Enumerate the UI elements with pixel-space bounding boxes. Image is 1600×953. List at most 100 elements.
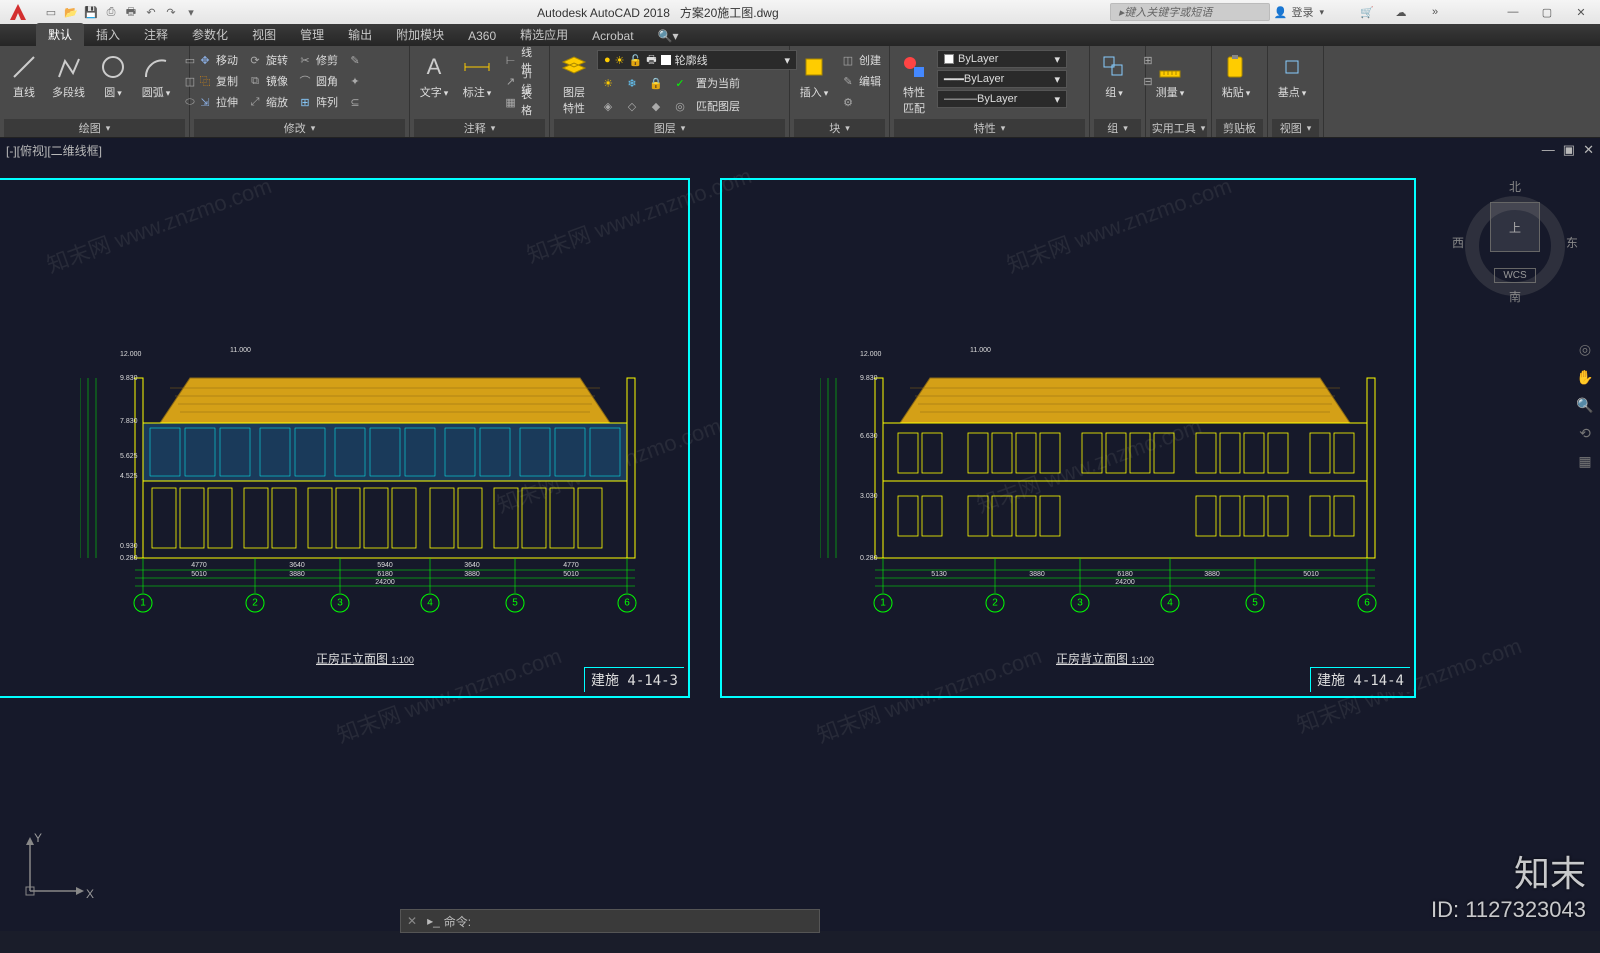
nav-east[interactable]: 东 bbox=[1566, 234, 1578, 251]
stretch-button[interactable]: ⇲拉伸 bbox=[194, 92, 241, 112]
help-chevron[interactable]: » bbox=[1420, 2, 1450, 22]
layer-ic2[interactable]: ❄ bbox=[621, 73, 643, 93]
qat-saveas[interactable]: ⎙ bbox=[102, 3, 120, 21]
login-button[interactable]: 👤登录▾ bbox=[1274, 4, 1324, 20]
match-layer[interactable]: 匹配图层 bbox=[693, 96, 743, 116]
qat-open[interactable]: 📂 bbox=[62, 3, 80, 21]
layer-props-button[interactable]: 图层 特性 bbox=[554, 50, 594, 118]
color-dropdown[interactable]: ByLayer▾ bbox=[937, 50, 1067, 68]
zoom-icon[interactable]: 🔍 bbox=[1574, 394, 1596, 416]
tab-view[interactable]: 视图 bbox=[240, 23, 288, 46]
circle-button[interactable]: 圆▾ bbox=[93, 50, 133, 102]
tab-search-icon[interactable]: 🔍▾ bbox=[646, 26, 691, 46]
qat-plot[interactable]: 🖶 bbox=[122, 3, 140, 21]
panel-group-title[interactable]: 组▾ bbox=[1094, 119, 1141, 137]
vp-min-icon[interactable]: — bbox=[1542, 142, 1555, 158]
cloud-icon[interactable]: ☁ bbox=[1386, 2, 1416, 22]
match-props-button[interactable]: 特性 匹配 bbox=[894, 50, 934, 118]
mirror-button[interactable]: ⧉镜像 bbox=[244, 71, 291, 91]
tab-default[interactable]: 默认 bbox=[36, 23, 84, 46]
erase-icon[interactable]: ✎ bbox=[344, 50, 366, 70]
cmd-chevron-icon[interactable]: ▸_ bbox=[423, 914, 444, 928]
panel-layer-title[interactable]: 图层▾ bbox=[554, 119, 785, 137]
viewport-label[interactable]: [-][俯视][二维线框] bbox=[6, 142, 102, 159]
layer-ic4[interactable]: ✓ bbox=[669, 73, 691, 93]
array-button[interactable]: ⊞阵列 bbox=[294, 92, 341, 112]
minimize-button[interactable]: — bbox=[1498, 2, 1528, 22]
help-search[interactable]: ▸ 键入关键字或短语 bbox=[1110, 3, 1270, 21]
nav-south[interactable]: 南 bbox=[1460, 288, 1570, 305]
layer-dropdown[interactable]: ●☀🔓🖶轮廓线▾ bbox=[597, 50, 797, 70]
tab-addins[interactable]: 附加模块 bbox=[384, 23, 456, 46]
measure-button[interactable]: 测量▾ bbox=[1150, 50, 1190, 102]
viewcube[interactable]: 北 西 东 上 南 WCS bbox=[1460, 178, 1570, 328]
fillet-button[interactable]: ⌒圆角 bbox=[294, 71, 341, 91]
panel-draw-title[interactable]: 绘图▾ bbox=[4, 119, 185, 137]
tab-insert[interactable]: 插入 bbox=[84, 23, 132, 46]
orbit-icon[interactable]: ⟲ bbox=[1574, 422, 1596, 444]
drawing-area[interactable]: 知末网 www.znzmo.com 知末网 www.znzmo.com 知末网 … bbox=[0, 138, 1600, 931]
paste-button[interactable]: 粘贴▾ bbox=[1216, 50, 1256, 102]
qat-save[interactable]: 💾 bbox=[82, 3, 100, 21]
exchange-icon[interactable]: 🛒 bbox=[1352, 2, 1382, 22]
offset-icon[interactable]: ⊆ bbox=[344, 92, 366, 112]
tab-annotate[interactable]: 注释 bbox=[132, 23, 180, 46]
layer-ic6[interactable]: ◇ bbox=[621, 96, 643, 116]
nav-north[interactable]: 北 bbox=[1460, 178, 1570, 195]
panel-modify-title[interactable]: 修改▾ bbox=[194, 119, 405, 137]
wheel-icon[interactable]: ◎ bbox=[1574, 338, 1596, 360]
panel-props-title[interactable]: 特性▾ bbox=[894, 119, 1085, 137]
copy-button[interactable]: ⿻复制 bbox=[194, 71, 241, 91]
layer-ic5[interactable]: ◈ bbox=[597, 96, 619, 116]
tab-featured[interactable]: 精选应用 bbox=[508, 23, 580, 46]
polyline-button[interactable]: 多段线 bbox=[47, 50, 90, 102]
insert-block-button[interactable]: 插入▾ bbox=[794, 50, 834, 102]
tab-a360[interactable]: A360 bbox=[456, 26, 508, 46]
layer-ic1[interactable]: ☀ bbox=[597, 73, 619, 93]
layer-ic3[interactable]: 🔒 bbox=[645, 73, 667, 93]
create-block[interactable]: ◫创建 bbox=[837, 50, 884, 70]
panel-view-title[interactable]: 视图▾ bbox=[1272, 119, 1319, 137]
scale-button[interactable]: ⤢缩放 bbox=[244, 92, 291, 112]
basepoint-button[interactable]: 基点▾ bbox=[1272, 50, 1312, 102]
panel-util-title[interactable]: 实用工具▾ bbox=[1150, 119, 1207, 137]
nav-west[interactable]: 西 bbox=[1452, 234, 1464, 251]
qat-more[interactable]: ▾ bbox=[182, 3, 200, 21]
app-logo[interactable] bbox=[0, 0, 36, 24]
layer-ic7[interactable]: ◆ bbox=[645, 96, 667, 116]
cmd-close-icon[interactable]: ✕ bbox=[401, 914, 423, 928]
group-button[interactable]: 组▾ bbox=[1094, 50, 1134, 102]
text-button[interactable]: A文字▾ bbox=[414, 50, 454, 102]
command-line[interactable]: ✕ ▸_ 命令: bbox=[400, 909, 820, 933]
lineweight-dropdown[interactable]: ━━━ ByLayer▾ bbox=[937, 70, 1067, 88]
linetype-dropdown[interactable]: ——— ByLayer▾ bbox=[937, 90, 1067, 108]
table-button[interactable]: ▦表格 bbox=[500, 92, 545, 112]
trim-button[interactable]: ✂修剪 bbox=[294, 50, 341, 70]
vp-max-icon[interactable]: ▣ bbox=[1563, 142, 1575, 158]
explode-icon[interactable]: ✦ bbox=[344, 71, 366, 91]
make-current[interactable]: 置为当前 bbox=[693, 73, 743, 93]
qat-redo[interactable]: ↷ bbox=[162, 3, 180, 21]
tab-output[interactable]: 输出 bbox=[336, 23, 384, 46]
rotate-button[interactable]: ⟳旋转 bbox=[244, 50, 291, 70]
qat-new[interactable]: ▭ bbox=[42, 3, 60, 21]
panel-clip-title[interactable]: 剪贴板 bbox=[1216, 119, 1263, 137]
maximize-button[interactable]: ▢ bbox=[1532, 2, 1562, 22]
tab-acrobat[interactable]: Acrobat bbox=[580, 26, 645, 46]
qat-undo[interactable]: ↶ bbox=[142, 3, 160, 21]
pan-icon[interactable]: ✋ bbox=[1574, 366, 1596, 388]
arc-button[interactable]: 圆弧▾ bbox=[136, 50, 176, 102]
move-button[interactable]: ✥移动 bbox=[194, 50, 241, 70]
dim-button[interactable]: 标注▾ bbox=[457, 50, 497, 102]
panel-block-title[interactable]: 块▾ bbox=[794, 119, 885, 137]
nav-top[interactable]: 上 bbox=[1490, 202, 1540, 252]
tab-parametric[interactable]: 参数化 bbox=[180, 23, 240, 46]
layer-ic8[interactable]: ◎ bbox=[669, 96, 691, 116]
ucs-icon[interactable]: Y X bbox=[20, 831, 90, 901]
line-button[interactable]: 直线 bbox=[4, 50, 44, 102]
vp-close-icon[interactable]: ✕ bbox=[1583, 142, 1594, 158]
panel-annot-title[interactable]: 注释▾ bbox=[414, 119, 545, 137]
showmot-icon[interactable]: ▦ bbox=[1574, 450, 1596, 472]
edit-block[interactable]: ✎编辑 bbox=[837, 71, 884, 91]
close-button[interactable]: ✕ bbox=[1566, 2, 1596, 22]
